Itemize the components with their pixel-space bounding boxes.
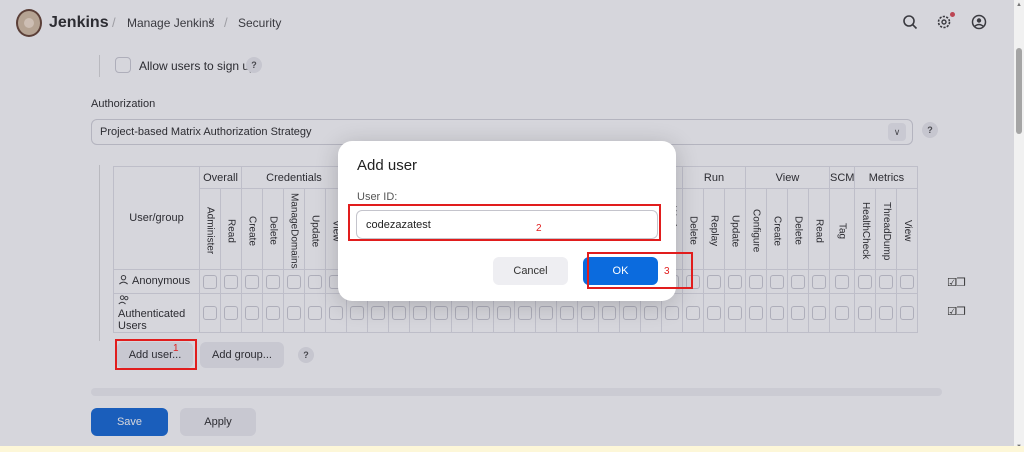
dialog-title: Add user xyxy=(357,157,418,174)
annotation-box-1 xyxy=(115,339,197,370)
scroll-up-icon[interactable]: ▲ xyxy=(1016,2,1022,8)
annotation-box-3 xyxy=(587,252,693,289)
annotation-box-2 xyxy=(348,204,661,241)
page-scrollbar[interactable]: ▲ ▼ xyxy=(1014,0,1024,452)
row-actions-icon[interactable]: ☑❐ xyxy=(947,276,966,289)
bottom-strip xyxy=(0,446,1024,452)
row-actions-icon[interactable]: ☑❐ xyxy=(947,305,966,318)
user-id-label: User ID: xyxy=(357,191,398,203)
annotation-number-1: 1 xyxy=(173,343,179,354)
cancel-button[interactable]: Cancel xyxy=(493,257,568,285)
scrollbar-thumb[interactable] xyxy=(1016,48,1022,134)
annotation-number-2: 2 xyxy=(536,223,542,234)
annotation-number-3: 3 xyxy=(664,266,670,277)
